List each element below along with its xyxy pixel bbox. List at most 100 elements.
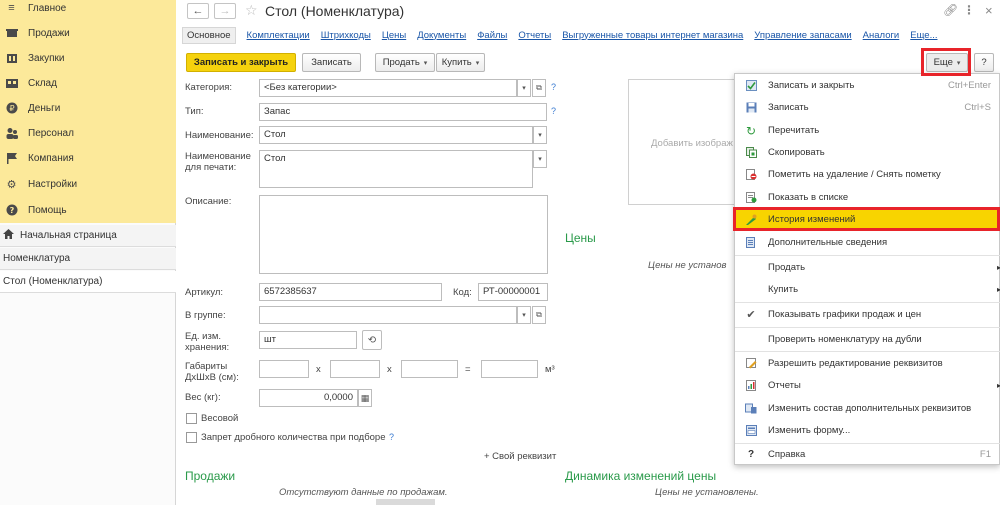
category-dropdown[interactable]: ▾ bbox=[517, 79, 531, 97]
sidebar-item-staff[interactable]: Персонал bbox=[0, 121, 176, 145]
menu-item-extra-info[interactable]: Дополнительные сведения bbox=[735, 232, 1000, 253]
volume-field[interactable] bbox=[481, 360, 538, 378]
tab-exported-goods[interactable]: Выгруженные товары интернет магазина bbox=[562, 30, 743, 41]
menu-separator bbox=[735, 255, 1000, 256]
menu-item-buy[interactable]: Купить ▸ bbox=[735, 279, 1000, 300]
category-help-icon[interactable]: ? bbox=[551, 82, 556, 92]
name-dropdown[interactable]: ▾ bbox=[533, 126, 547, 144]
menu-item-sell[interactable]: Продать ▸ bbox=[735, 257, 1000, 278]
tab-main[interactable]: Основное bbox=[182, 26, 236, 44]
help-button[interactable]: ? bbox=[974, 53, 994, 72]
description-field[interactable] bbox=[259, 195, 548, 274]
add-own-prop-link[interactable]: + Свой реквизит bbox=[484, 451, 556, 462]
unit-label-2: хранения: bbox=[185, 342, 230, 353]
menu-item-change-props[interactable]: Изменить состав дополнительных реквизито… bbox=[735, 398, 1000, 419]
width-field[interactable] bbox=[330, 360, 380, 378]
sidebar-item-purchases[interactable]: Закупки bbox=[0, 46, 176, 70]
type-field[interactable]: Запас bbox=[259, 103, 547, 121]
history-clock-icon: ⟲ bbox=[367, 334, 377, 346]
title-bar: ← → ☆ Стол (Номенклатура) 🔗︎ ⋮ × bbox=[177, 0, 1000, 22]
menu-item-change-form[interactable]: Изменить форму... bbox=[735, 420, 1000, 441]
save-button[interactable]: Записать bbox=[302, 53, 361, 72]
tab-more[interactable]: Еще... bbox=[910, 30, 937, 41]
type-help-icon[interactable]: ? bbox=[551, 106, 556, 116]
tab-inventory[interactable]: Управление запасами bbox=[754, 30, 851, 41]
edit-props-icon bbox=[745, 358, 757, 370]
sidebar-item-main[interactable]: ≡ Главное bbox=[0, 0, 176, 20]
code-field[interactable]: РТ-00000001 bbox=[478, 283, 548, 301]
group-open-button[interactable]: ⧉ bbox=[532, 306, 546, 324]
image-area[interactable]: Добавить изображ bbox=[628, 79, 741, 205]
tab-reports[interactable]: Отчеты bbox=[518, 30, 551, 41]
sidebar-item-help[interactable]: ? Помощь bbox=[0, 198, 176, 222]
sales-empty-text: Отсутствуют данные по продажам. bbox=[279, 487, 448, 498]
menu-item-mark-delete[interactable]: Пометить на удаление / Снять пометку bbox=[735, 164, 1000, 185]
fraction-checkbox[interactable] bbox=[186, 432, 197, 443]
name-field[interactable]: Стол bbox=[259, 126, 533, 144]
category-open-button[interactable]: ⧉ bbox=[532, 79, 546, 97]
info-doc-icon bbox=[745, 237, 757, 249]
weight-calc-button[interactable]: ▦ bbox=[358, 389, 372, 407]
menu-item-reports[interactable]: Отчеты ▸ bbox=[735, 375, 1000, 396]
sidebar-home[interactable]: Начальная страница bbox=[0, 225, 176, 247]
fraction-help-icon[interactable]: ? bbox=[389, 432, 394, 442]
gear-icon: ⚙ bbox=[6, 178, 17, 191]
tab-barcodes[interactable]: Штрихкоды bbox=[321, 30, 371, 41]
link-icon[interactable]: 🔗︎ bbox=[943, 3, 958, 17]
tab-prices[interactable]: Цены bbox=[382, 30, 406, 41]
buy-button[interactable]: Купить ▾ bbox=[436, 53, 485, 72]
length-field[interactable] bbox=[259, 360, 309, 378]
sales-heading: Продажи bbox=[185, 469, 236, 483]
unit-field[interactable]: шт bbox=[259, 331, 357, 349]
sidebar-item-warehouse[interactable]: Склад bbox=[0, 71, 176, 95]
close-icon[interactable]: × bbox=[985, 3, 993, 18]
favorite-star-icon[interactable]: ☆ bbox=[245, 2, 258, 19]
sidebar-item-sales[interactable]: Продажи bbox=[0, 21, 176, 45]
weight-checkbox[interactable] bbox=[186, 413, 197, 424]
open-window-tab-active[interactable]: Стол (Номенклатура) bbox=[0, 271, 176, 293]
forward-button[interactable]: → bbox=[214, 3, 236, 19]
unit-history-button[interactable]: ⟲ bbox=[362, 330, 382, 350]
article-field[interactable]: 6572385637 bbox=[259, 283, 442, 301]
menu-item-help[interactable]: ? Справка F1 bbox=[735, 444, 1000, 465]
menu-item-copy[interactable]: Скопировать bbox=[735, 142, 1000, 163]
sidebar: ≡ Главное Продажи Закупки Склад ₽ Деньги… bbox=[0, 0, 176, 505]
show-in-list-icon bbox=[745, 192, 757, 204]
group-dropdown[interactable]: ▾ bbox=[517, 306, 531, 324]
description-label: Описание: bbox=[185, 196, 232, 207]
menu-item-show-in-list[interactable]: Показать в списке bbox=[735, 187, 1000, 208]
save-close-button[interactable]: Записать и закрыть bbox=[186, 53, 296, 72]
print-name-field[interactable]: Стол bbox=[259, 150, 533, 188]
tab-kits[interactable]: Комплектации bbox=[247, 30, 310, 41]
weight-field[interactable]: 0,0000 bbox=[259, 389, 358, 407]
menu-item-save[interactable]: Записать Ctrl+S bbox=[735, 97, 1000, 118]
svg-text:₽: ₽ bbox=[9, 104, 14, 113]
menu-separator bbox=[735, 302, 1000, 303]
annotation-box-history bbox=[733, 207, 1000, 231]
back-button[interactable]: ← bbox=[187, 3, 209, 19]
sidebar-item-settings[interactable]: ⚙ Настройки bbox=[0, 172, 176, 196]
menu-item-save-close[interactable]: Записать и закрыть Ctrl+Enter bbox=[735, 75, 1000, 96]
weight-label: Вес (кг): bbox=[185, 392, 221, 403]
open-window-tab[interactable]: Номенклатура bbox=[0, 248, 176, 270]
tab-documents[interactable]: Документы bbox=[417, 30, 466, 41]
menu-item-allow-edit[interactable]: Разрешить редактирование реквизитов bbox=[735, 353, 1000, 374]
arrow-right-icon: → bbox=[219, 5, 231, 17]
svg-text:?: ? bbox=[9, 206, 14, 215]
menu-item-reread[interactable]: ↻ Перечитать bbox=[735, 120, 1000, 141]
copy-icon bbox=[745, 147, 757, 159]
sidebar-item-money[interactable]: ₽ Деньги bbox=[0, 96, 176, 120]
sidebar-item-company[interactable]: Компания bbox=[0, 146, 176, 170]
menu-item-check-duplicates[interactable]: Проверить номенклатуру на дубли bbox=[735, 329, 1000, 350]
print-name-dropdown[interactable]: ▾ bbox=[533, 150, 547, 168]
more-vertical-icon[interactable]: ⋮ bbox=[963, 3, 975, 17]
money-icon: ₽ bbox=[5, 102, 18, 115]
menu-item-show-charts[interactable]: ✔ Показывать графики продаж и цен bbox=[735, 304, 1000, 325]
height-field[interactable] bbox=[401, 360, 458, 378]
sell-button[interactable]: Продать ▾ bbox=[375, 53, 435, 72]
group-field[interactable] bbox=[259, 306, 517, 324]
tab-analogs[interactable]: Аналоги bbox=[863, 30, 900, 41]
prices-heading: Цены bbox=[565, 231, 596, 245]
category-field[interactable]: <Без категории> bbox=[259, 79, 517, 97]
tab-files[interactable]: Файлы bbox=[477, 30, 507, 41]
